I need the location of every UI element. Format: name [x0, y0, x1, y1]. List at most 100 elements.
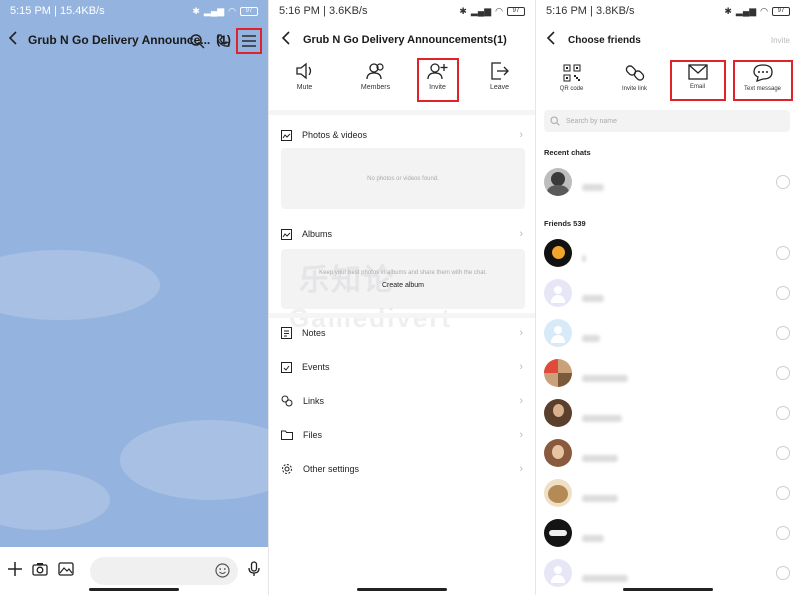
select-radio[interactable]: [776, 526, 790, 540]
other-settings-row[interactable]: Other settings ›: [281, 457, 523, 481]
invite-button[interactable]: Invite: [771, 36, 790, 45]
friend-name-blurred: [582, 369, 776, 382]
status-time: 5:15 PM: [10, 5, 51, 17]
text-message-button[interactable]: Text message: [732, 60, 793, 101]
select-radio[interactable]: [776, 566, 790, 580]
friend-row[interactable]: [544, 277, 790, 309]
wifi-icon: ◠: [760, 5, 768, 16]
chevron-right-icon: ›: [519, 327, 523, 339]
links-row[interactable]: Links ›: [281, 389, 523, 413]
friend-row[interactable]: [544, 517, 790, 549]
invite-link-button[interactable]: Invite link: [609, 62, 661, 102]
back-arrow-icon[interactable]: [546, 30, 556, 50]
qr-code-icon: [563, 64, 580, 82]
status-time: 5:16 PM: [279, 5, 320, 17]
notes-label: Notes: [302, 328, 326, 338]
friend-row[interactable]: [544, 477, 790, 509]
friend-row[interactable]: [544, 166, 790, 198]
search-icon: [550, 116, 560, 126]
menu-header: Grub N Go Delivery Announcements(1): [269, 22, 535, 58]
friends-heading: Friends 539: [544, 219, 586, 228]
events-row[interactable]: Events ›: [281, 355, 523, 379]
cloud-decoration: [0, 250, 160, 320]
other-settings-label: Other settings: [303, 464, 360, 474]
invite-link-label: Invite link: [621, 86, 647, 92]
chat-bubble-icon: [752, 64, 773, 82]
search-input[interactable]: Search by name: [544, 110, 790, 132]
friend-name-blurred: [582, 249, 776, 262]
friend-name-blurred: [582, 289, 776, 302]
albums-row[interactable]: Albums ›: [281, 222, 523, 246]
friend-row[interactable]: [544, 397, 790, 429]
friend-row[interactable]: [544, 357, 790, 389]
friend-name-blurred: [582, 569, 776, 582]
signal-icon: ▂▄▆: [203, 5, 225, 16]
battery-icon: 97: [507, 6, 525, 16]
plus-icon[interactable]: [8, 561, 22, 581]
leave-button[interactable]: Leave: [472, 60, 528, 106]
choose-friends-screen: 5:16 PM | 3.8KB/s ✱ ▂▄▆ ◠ 97 Choose frie…: [535, 0, 800, 595]
status-bar: 5:16 PM | 3.8KB/s ✱ ▂▄▆ ◠ 97: [536, 0, 800, 22]
search-icon[interactable]: [186, 30, 208, 52]
divider: [269, 110, 535, 115]
chevron-right-icon: ›: [519, 395, 523, 407]
notes-row[interactable]: Notes ›: [281, 321, 523, 345]
select-radio[interactable]: [776, 175, 790, 189]
menu-icon[interactable]: [236, 28, 262, 54]
back-arrow-icon[interactable]: [8, 30, 18, 50]
select-radio[interactable]: [776, 406, 790, 420]
calendar-icon: [281, 362, 292, 373]
members-icon: [365, 63, 384, 80]
photos-videos-row[interactable]: Photos & videos ›: [281, 123, 523, 147]
gear-icon: [282, 464, 292, 474]
status-time: 5:16 PM: [546, 5, 587, 17]
battery-icon: 97: [240, 6, 258, 16]
photos-empty-box: No photos or videos found.: [281, 148, 525, 209]
wifi-icon: ◠: [228, 5, 236, 16]
select-radio[interactable]: [776, 366, 790, 380]
invite-button[interactable]: Invite: [416, 58, 459, 102]
mute-label: Mute: [296, 84, 313, 91]
members-label: Members: [360, 84, 391, 91]
emoji-icon[interactable]: [215, 563, 230, 583]
battery-icon: 97: [772, 6, 790, 16]
files-row[interactable]: Files ›: [281, 423, 523, 447]
members-button[interactable]: Members: [348, 60, 404, 106]
friend-name-blurred: [582, 329, 776, 342]
choose-friends-title: Choose friends: [568, 34, 641, 46]
avatar: [544, 168, 572, 196]
friend-row[interactable]: [544, 237, 790, 269]
microphone-icon[interactable]: [248, 560, 260, 582]
email-icon: [687, 64, 708, 80]
link-icon: [281, 395, 293, 407]
message-input[interactable]: [90, 557, 238, 585]
camera-icon[interactable]: [32, 562, 48, 581]
image-icon[interactable]: [58, 561, 74, 581]
photo-icon: [281, 129, 292, 141]
back-arrow-icon[interactable]: [281, 30, 291, 50]
share-options: QR code Invite link Email Text message: [536, 60, 800, 102]
status-speed: 15.4KB/s: [59, 5, 105, 17]
select-radio[interactable]: [776, 246, 790, 260]
friend-name-blurred: [582, 409, 776, 422]
avatar: [544, 399, 572, 427]
cloud-decoration: [0, 470, 110, 530]
action-row: Mute Members Invite Leave: [269, 58, 535, 106]
select-radio[interactable]: [776, 286, 790, 300]
bluetooth-icon: ✱: [724, 5, 732, 16]
phone-icon[interactable]: [212, 30, 234, 52]
avatar: [544, 239, 572, 267]
mute-button[interactable]: Mute: [277, 60, 333, 106]
select-radio[interactable]: [776, 446, 790, 460]
select-radio[interactable]: [776, 326, 790, 340]
friend-row[interactable]: [544, 557, 790, 589]
links-label: Links: [303, 396, 325, 406]
gesture-bar: [357, 588, 447, 591]
link-icon: [625, 65, 644, 81]
qr-code-button[interactable]: QR code: [546, 62, 598, 102]
friend-row[interactable]: [544, 317, 790, 349]
email-button[interactable]: Email: [669, 60, 726, 101]
avatar: [544, 359, 572, 387]
select-radio[interactable]: [776, 486, 790, 500]
friend-row[interactable]: [544, 437, 790, 469]
